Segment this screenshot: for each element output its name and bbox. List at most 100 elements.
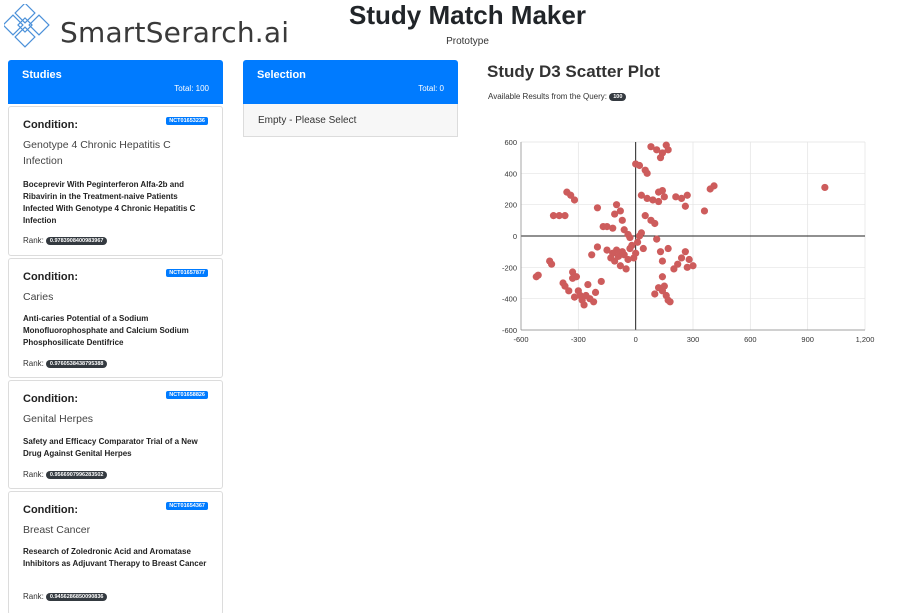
nct-badge: NCT01653236 [166, 117, 208, 125]
nct-badge: NCT01654367 [166, 502, 208, 510]
data-point [632, 249, 640, 257]
data-point [584, 280, 592, 289]
condition-label: Condition: [23, 393, 78, 405]
condition-value: Genotype 4 Chronic Hepatitis C Infection [23, 139, 171, 167]
selection-empty-text: Empty - Please Select [258, 115, 357, 126]
condition-label: Condition: [23, 504, 78, 516]
selection-total: Total: 0 [418, 84, 444, 93]
rank-badge: 0.9566907996283502 [45, 471, 108, 479]
data-point [612, 201, 621, 209]
selection-header: Selection Total: 0 [243, 60, 458, 104]
data-point [597, 277, 605, 286]
rank: Rank: 0.9783908400983967 [23, 236, 108, 245]
data-point [683, 191, 691, 199]
study-title: Anti-caries Potential of a Sodium Monofl… [23, 314, 189, 347]
data-point [681, 202, 689, 210]
data-point [655, 197, 663, 206]
page-title: Study Match Maker [349, 0, 586, 30]
condition-value: Breast Cancer [23, 524, 91, 536]
studies-header: Studies Total: 100 [8, 60, 223, 104]
data-point [651, 219, 659, 228]
selection-panel: Selection Total: 0 Empty - Please Select [243, 60, 458, 137]
data-point [677, 254, 686, 262]
studies-total: Total: 100 [174, 84, 209, 93]
condition-label: Condition: [23, 119, 78, 131]
study-card[interactable]: Condition: NCT01654367 Breast Cancer Res… [8, 491, 223, 613]
studies-heading: Studies [22, 69, 62, 81]
data-point [590, 298, 598, 306]
data-point [664, 146, 672, 154]
data-point [593, 243, 602, 251]
nct-badge: NCT01658826 [166, 391, 208, 399]
data-point [689, 262, 697, 270]
data-point [643, 169, 651, 177]
data-point [580, 301, 588, 309]
rank-label: Rank: [23, 592, 44, 601]
rank: Rank: 0.9760538438795388 [23, 359, 108, 368]
scatter-plot[interactable]: -600 -300 0 300 600 900 1,200 600 400 200 0 -200 -40… [490, 130, 885, 350]
rank-badge: 0.9783908400983967 [45, 237, 108, 245]
data-point [664, 244, 672, 253]
data-point [570, 196, 579, 204]
data-point [658, 273, 667, 281]
y-tick-label: 200 [504, 201, 517, 210]
data-point [572, 273, 581, 281]
plot-results: Available Results from the Query: 100 [488, 92, 627, 101]
study-card[interactable]: Condition: NCT01658826 Genital Herpes Sa… [8, 380, 223, 489]
data-point [637, 229, 645, 237]
y-tick-label: 400 [504, 169, 517, 178]
data-point [674, 260, 682, 268]
data-point [641, 212, 649, 220]
study-title: Boceprevir With Peginterferon Alfa-2b an… [23, 180, 196, 225]
study-card[interactable]: Condition: NCT01653236 Genotype 4 Chroni… [8, 106, 223, 256]
data-point [547, 260, 556, 268]
study-title: Safety and Efficacy Comparator Trial of … [23, 437, 198, 458]
data-point [821, 183, 829, 192]
data-point [681, 248, 689, 256]
data-point [635, 161, 644, 170]
data-point [685, 255, 693, 264]
y-tick-label: 0 [513, 232, 517, 241]
data-point [660, 282, 668, 290]
plot-title: Study D3 Scatter Plot [487, 62, 660, 81]
x-tick-label: -300 [571, 335, 586, 344]
data-point [656, 248, 665, 256]
data-point [616, 207, 624, 215]
rank: Rank: 0.9566907996283502 [23, 470, 108, 479]
data-point [658, 186, 667, 195]
x-tick-label: 1,200 [856, 335, 875, 344]
study-card[interactable]: Condition: NCT01657877 Caries Anti-carie… [8, 258, 223, 378]
selection-empty: Empty - Please Select [243, 104, 458, 137]
data-point [710, 182, 718, 190]
data-point [626, 233, 634, 242]
rank-badge: 0.9760538438795388 [45, 360, 108, 368]
condition-label: Condition: [23, 271, 78, 283]
data-point [618, 216, 626, 224]
data-point [591, 288, 600, 296]
rank-label: Rank: [23, 470, 44, 479]
data-point [588, 251, 596, 259]
data-point [700, 207, 709, 215]
studies-panel: Studies Total: 100 Condition: NCT0165323… [8, 60, 223, 613]
data-point [561, 212, 569, 220]
data-point [658, 257, 667, 265]
condition-value: Caries [23, 291, 54, 303]
data-point [633, 238, 642, 246]
data-point [651, 290, 659, 298]
data-point [653, 235, 661, 243]
x-tick-label: -600 [513, 335, 528, 344]
rank-label: Rank: [23, 236, 44, 245]
study-title: Research of Zoledronic Acid and Aromatas… [23, 547, 207, 568]
data-point [622, 265, 630, 273]
x-tick-label: 900 [801, 335, 814, 344]
page-subtitle: Prototype [446, 36, 489, 47]
y-tick-label: -200 [502, 263, 517, 272]
selection-heading: Selection [257, 69, 306, 81]
y-tick-label: -600 [502, 326, 517, 335]
data-point [660, 193, 668, 201]
nct-badge: NCT01657877 [166, 269, 208, 277]
y-tick-label: 600 [504, 138, 517, 147]
data-point [609, 224, 617, 232]
results-count-badge: 100 [609, 93, 627, 101]
x-tick-label: 0 [634, 335, 638, 344]
